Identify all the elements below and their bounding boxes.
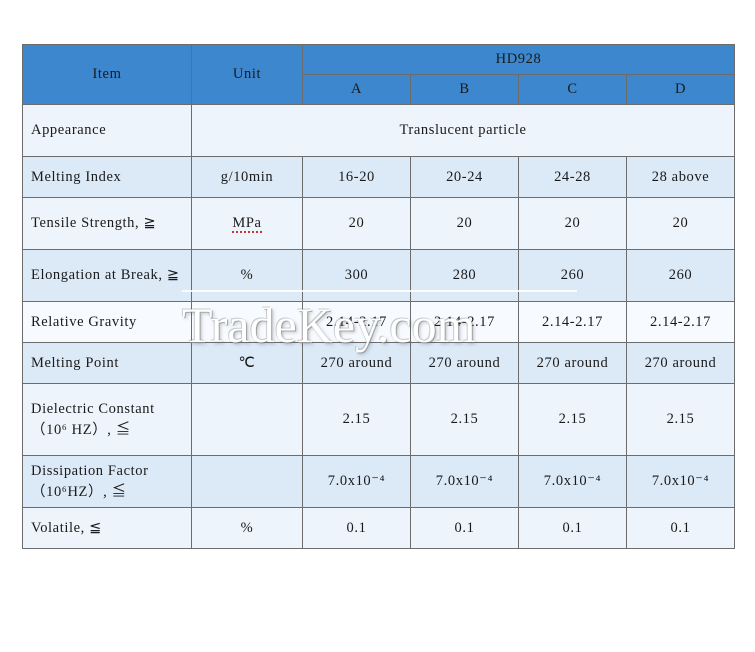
row-unit: % [191, 507, 303, 549]
header-grade-a: A [302, 74, 411, 105]
cell-grade-a: 2.15 [302, 383, 411, 456]
cell-grade-d: 260 [625, 249, 736, 302]
table-body: Appearance Translucent particle Melting … [22, 104, 736, 549]
row-label: Elongation at Break, ≧ [22, 249, 192, 302]
header-grade-b: B [410, 74, 519, 105]
cell-grade-a: 20 [302, 197, 411, 250]
cell-grade-c: 260 [518, 249, 627, 302]
table-row: Melting Point ℃ 270 around 270 around 27… [22, 342, 736, 384]
row-unit: % [191, 249, 303, 302]
header-grade-d: D [625, 74, 736, 105]
cell-grade-a: 0.1 [302, 507, 411, 549]
cell-grade-d: 28 above [625, 156, 736, 198]
table-row: Appearance Translucent particle [22, 104, 736, 157]
row-unit: ℃ [191, 342, 303, 384]
row-unit [191, 455, 303, 508]
cell-grade-b: 2.14-2.17 [410, 301, 519, 343]
cell-grade-d: 270 around [625, 342, 736, 384]
cell-grade-c: 2.14-2.17 [518, 301, 627, 343]
row-unit: g/10min [191, 156, 303, 198]
header-grade-c: C [518, 74, 627, 105]
cell-grade-b: 270 around [410, 342, 519, 384]
cell-grade-c: 7.0x10⁻⁴ [518, 455, 627, 508]
row-unit-text: MPa [232, 215, 262, 233]
cell-grade-b: 7.0x10⁻⁴ [410, 455, 519, 508]
cell-grade-d: 0.1 [625, 507, 736, 549]
header-unit: Unit [191, 44, 303, 105]
spec-table-container: Item Unit HD928 A B C D Appearance Trans… [22, 44, 736, 549]
header-item: Item [22, 44, 192, 105]
row-unit [191, 383, 303, 456]
table-row: Elongation at Break, ≧ % 300 280 260 260 [22, 249, 736, 302]
cell-grade-a: 16-20 [302, 156, 411, 198]
cell-grade-a: 300 [302, 249, 411, 302]
cell-grade-a: 270 around [302, 342, 411, 384]
cell-grade-d: 2.14-2.17 [625, 301, 736, 343]
row-unit: MPa [191, 197, 303, 250]
header-product: HD928 [301, 44, 736, 75]
cell-grade-b: 20-24 [410, 156, 519, 198]
table-row: Melting Index g/10min 16-20 20-24 24-28 … [22, 156, 736, 198]
cell-grade-c: 24-28 [518, 156, 627, 198]
cell-grade-b: 2.15 [410, 383, 519, 456]
table-row: Dielectric Constant（10⁶ HZ）, ≦ 2.15 2.15… [22, 383, 736, 456]
cell-grade-b: 20 [410, 197, 519, 250]
cell-grade-c: 270 around [518, 342, 627, 384]
row-label: Appearance [22, 104, 192, 157]
row-label: Melting Index [22, 156, 192, 198]
row-label: Dissipation Factor（10⁶HZ）, ≦ [22, 455, 192, 508]
cell-grade-d: 2.15 [625, 383, 736, 456]
row-label: Tensile Strength, ≧ [22, 197, 192, 250]
row-label: Volatile, ≦ [22, 507, 192, 549]
row-unit [191, 301, 303, 343]
row-label: Relative Gravity [22, 301, 192, 343]
product-spec-table: Item Unit HD928 A B C D Appearance Trans… [22, 44, 736, 549]
cell-grade-b: 280 [410, 249, 519, 302]
row-label: Dielectric Constant（10⁶ HZ）, ≦ [22, 383, 192, 456]
table-row: Tensile Strength, ≧ MPa 20 20 20 20 [22, 197, 736, 250]
table-row: Volatile, ≦ % 0.1 0.1 0.1 0.1 [22, 507, 736, 549]
table-row: Dissipation Factor（10⁶HZ）, ≦ 7.0x10⁻⁴ 7.… [22, 455, 736, 508]
table-header-row-1: Item Unit HD928 [22, 44, 736, 105]
cell-grade-c: 2.15 [518, 383, 627, 456]
cell-grade-a: 2.14-2.17 [302, 301, 411, 343]
row-label: Melting Point [22, 342, 192, 384]
table-row: Relative Gravity 2.14-2.17 2.14-2.17 2.1… [22, 301, 736, 343]
cell-grade-b: 0.1 [410, 507, 519, 549]
cell-grade-c: 0.1 [518, 507, 627, 549]
cell-grade-d: 20 [625, 197, 736, 250]
row-merged-value: Translucent particle [190, 104, 736, 157]
cell-grade-c: 20 [518, 197, 627, 250]
cell-grade-a: 7.0x10⁻⁴ [302, 455, 411, 508]
cell-grade-d: 7.0x10⁻⁴ [625, 455, 736, 508]
